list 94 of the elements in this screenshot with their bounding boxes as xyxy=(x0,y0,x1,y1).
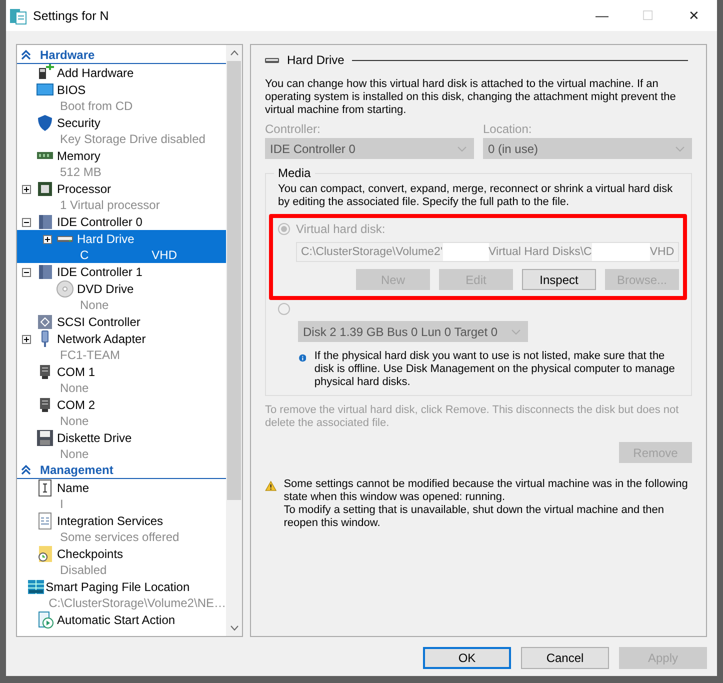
section-header: Hardware xyxy=(40,48,95,62)
tree-item[interactable]: IDE Controller 1 xyxy=(17,263,226,280)
panel-title: Hard Drive xyxy=(287,53,344,67)
item-detail: FC1-TEAM xyxy=(59,347,121,363)
item-label: COM 2 xyxy=(57,397,96,413)
item-label: IDE Controller 1 xyxy=(57,264,142,280)
chevron-down-icon xyxy=(457,146,467,152)
description-text: You can change how this virtual hard disk is attached to the virtual machine. If an operating system is installed on this disk, changing the attachment might prevent the virtual machine from starting. xyxy=(265,78,677,117)
minimize-button[interactable]: — xyxy=(579,8,625,23)
field-label: Controller: xyxy=(265,122,322,136)
item-label: Integration Services xyxy=(57,513,164,529)
warning-icon xyxy=(265,478,277,494)
dialog-button[interactable]: Cancel xyxy=(521,647,609,669)
description-text: You can compact, convert, expand, merge, reconnect or shrink a virtual hard disk by editing the associated file. Specify the full path to the file. xyxy=(278,183,674,209)
item-label: Diskette Drive xyxy=(57,430,132,446)
text-cursor-icon xyxy=(36,479,54,497)
chip-icon xyxy=(36,180,54,198)
shield-icon xyxy=(36,114,54,132)
scrollbar[interactable] xyxy=(226,45,242,636)
tree-item[interactable]: Name I xyxy=(17,479,226,512)
item-label: Smart Paging File Location xyxy=(46,579,191,595)
media-button[interactable]: Inspect xyxy=(522,269,596,290)
warning-text: To modify a setting that is unavailable, shut down the virtual machine and then reopen this window. xyxy=(284,504,666,530)
redaction-block xyxy=(442,243,489,261)
scsi-controller-icon xyxy=(36,313,54,331)
tree-item[interactable]: BIOS Boot from CD xyxy=(17,81,226,114)
item-detail: VHD xyxy=(150,247,178,263)
window-title: Settings for N xyxy=(33,8,109,22)
section-header: Management xyxy=(40,463,114,477)
item-detail: 512 MB xyxy=(59,164,102,180)
item-label: DVD Drive xyxy=(77,281,134,297)
tree-item[interactable]: Diskette Drive None xyxy=(17,429,226,462)
chevron-down-icon xyxy=(511,328,521,334)
item-detail: None xyxy=(79,297,110,313)
item-label: Add Hardware xyxy=(57,65,134,81)
tree-item[interactable]: Security Key Storage Drive disabled xyxy=(17,114,226,147)
folder-clock-icon xyxy=(36,545,54,563)
tree-item[interactable]: IDE Controller 0 xyxy=(17,213,226,230)
tree-item[interactable]: Hard Drive C VHD xyxy=(17,230,226,263)
disc-icon xyxy=(56,280,74,298)
item-label: Hard Drive xyxy=(77,231,136,247)
item-label: SCSI Controller xyxy=(57,314,140,330)
controller-icon xyxy=(36,213,54,231)
item-label: Name xyxy=(57,480,90,496)
tree-item[interactable]: SCSI Controller xyxy=(17,313,226,330)
controller-icon xyxy=(36,263,54,281)
item-detail: None xyxy=(59,446,90,462)
scroll-thumb[interactable] xyxy=(227,61,241,500)
item-label: Automatic Start Action xyxy=(57,612,176,628)
item-label: Network Adapter xyxy=(57,331,146,347)
item-detail: None xyxy=(59,380,90,396)
tree-item[interactable]: COM 2 None xyxy=(17,396,226,429)
hard-drive-icon xyxy=(265,55,279,65)
tree-item[interactable]: Network Adapter FC1-TEAM xyxy=(17,330,226,363)
tree-item[interactable]: Smart Paging File Location C:\ClusterStorage\Volume2\NE… xyxy=(17,578,226,611)
tree-item[interactable]: Automatic Start Action xyxy=(17,611,226,628)
tree-item[interactable]: Integration Services Some services offered xyxy=(17,512,226,545)
double-chevron-up-icon xyxy=(21,465,31,475)
item-detail: None xyxy=(59,413,90,429)
chevron-down-icon xyxy=(675,146,685,152)
item-label: Security xyxy=(57,115,102,131)
item-detail: I xyxy=(59,496,64,512)
tree-item[interactable]: DVD Drive None xyxy=(17,280,226,313)
item-label: Checkpoints xyxy=(57,546,124,562)
window-settings-icon xyxy=(9,6,27,24)
field-label: Location: xyxy=(483,122,533,136)
item-label: Memory xyxy=(57,148,102,164)
item-detail: Key Storage Drive disabled xyxy=(59,131,206,147)
item-detail: Some services offered xyxy=(59,529,180,545)
item-label: COM 1 xyxy=(57,364,96,380)
close-button[interactable]: ✕ xyxy=(671,8,717,23)
item-detail: 1 Virtual processor xyxy=(59,197,160,213)
redaction-block xyxy=(592,243,650,261)
item-label: BIOS xyxy=(57,82,87,98)
tree-item[interactable]: Processor 1 Virtual processor xyxy=(17,180,226,213)
tree-item[interactable]: Add Hardware xyxy=(17,64,226,81)
item-detail: C:\ClusterStorage\Volume2\NE… xyxy=(48,595,226,611)
double-chevron-up-icon xyxy=(21,50,31,60)
item-detail: Boot from CD xyxy=(59,98,133,114)
item-label: Processor xyxy=(57,181,112,197)
document-icon xyxy=(36,512,54,530)
add-hardware-icon xyxy=(36,64,54,82)
play-document-icon xyxy=(36,611,54,629)
tree-item[interactable]: COM 1 None xyxy=(17,363,226,396)
item-detail: C xyxy=(79,247,89,263)
grid-icon xyxy=(26,578,45,596)
tree-item[interactable]: Memory 512 MB xyxy=(17,147,226,180)
item-detail: Disabled xyxy=(59,562,108,578)
dialog-button[interactable]: OK xyxy=(423,647,511,669)
tree-item[interactable]: Checkpoints Disabled xyxy=(17,545,226,578)
warning-text: Some settings cannot be modified because the virtual machine was in the following state when this window was opened: running. xyxy=(284,478,689,504)
remove-hint-text: To remove the virtual hard disk, click Remove. This disconnects the disk but does not delete the associated file. xyxy=(265,404,680,430)
item-label: IDE Controller 0 xyxy=(57,214,142,230)
info-text: If the physical hard disk you want to use is not listed, make sure that the disk is offline. Use Disk Management on the physical computer to manage physical hard disks. xyxy=(314,350,676,389)
